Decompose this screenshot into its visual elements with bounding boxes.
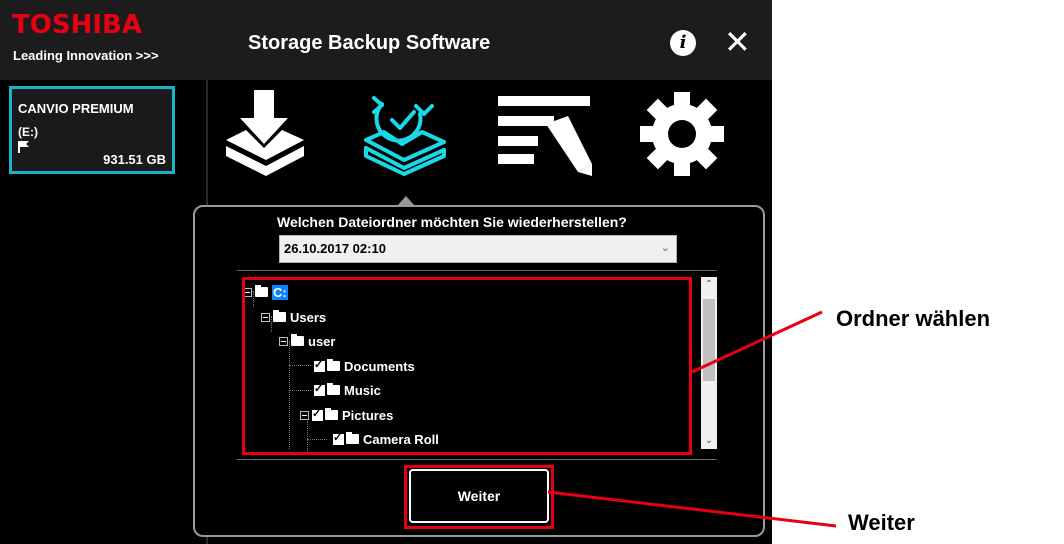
folder-tree[interactable]: C: Users user Documents Music — [237, 270, 717, 460]
scroll-thumb[interactable] — [703, 299, 715, 381]
folder-callout: Ordner wählen — [836, 306, 991, 331]
flag-icon — [18, 141, 29, 153]
sidebar: CANVIO PREMIUM (E:) 931.51 GB — [0, 80, 208, 544]
device-name: CANVIO PREMIUM — [18, 101, 134, 116]
log-edit-icon[interactable] — [494, 88, 594, 176]
gear-icon[interactable] — [632, 88, 732, 176]
info-icon[interactable]: i — [670, 30, 696, 56]
device-capacity: 931.51 GB — [103, 152, 166, 167]
toshiba-logo: TOSHIBA — [12, 10, 142, 40]
backup-icon[interactable] — [216, 88, 316, 176]
backup-date-value: 26.10.2017 02:10 — [284, 241, 386, 256]
restore-icon[interactable] — [354, 88, 454, 176]
backup-date-select[interactable]: 26.10.2017 02:10 ⌄ — [279, 235, 677, 263]
device-drive-letter: (E:) — [18, 125, 38, 139]
panel-pointer — [398, 196, 414, 205]
close-icon[interactable]: ✕ — [724, 24, 751, 60]
folder-tree-highlight — [242, 277, 692, 455]
logo-tagline: Leading Innovation >>> — [13, 48, 159, 63]
device-card[interactable]: CANVIO PREMIUM (E:) 931.51 GB — [9, 86, 175, 174]
scroll-down-icon[interactable]: ⌄ — [701, 433, 717, 449]
app-title: Storage Backup Software — [248, 32, 491, 54]
tree-scrollbar[interactable]: ⌃ ⌄ — [701, 277, 717, 449]
next-button[interactable]: Weiter — [409, 469, 549, 523]
next-callout: Weiter — [848, 510, 915, 535]
app-window: TOSHIBA Leading Innovation >>> Storage B… — [0, 0, 772, 544]
title-bar: TOSHIBA Leading Innovation >>> Storage B… — [0, 0, 772, 80]
scroll-up-icon[interactable]: ⌃ — [701, 277, 717, 293]
chevron-down-icon: ⌄ — [660, 241, 670, 254]
restore-question: Welchen Dateiordner möchten Sie wiederhe… — [277, 214, 627, 230]
